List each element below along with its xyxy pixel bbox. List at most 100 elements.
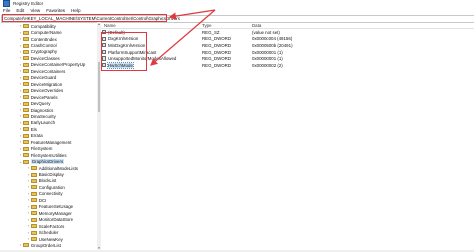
chevron-right-icon[interactable]: › xyxy=(27,166,30,170)
chevron-right-icon[interactable]: › xyxy=(27,185,30,189)
tree-item[interactable]: › ComputerName xyxy=(19,29,62,35)
chevron-right-icon[interactable]: › xyxy=(19,114,22,118)
tree-item[interactable]: ⌄ GraphicsDrivers xyxy=(19,158,65,165)
chevron-right-icon[interactable]: › xyxy=(19,69,22,73)
value-row[interactable]: UnsupportedMonitorModesAllowed REG_DWORD 0… xyxy=(101,55,474,62)
tree-item[interactable]: › Cryptography xyxy=(19,49,57,55)
tree-item[interactable]: › DeviceGuard xyxy=(19,75,56,81)
value-row[interactable]: HwSchMode REG_DWORD 0x00000002 (2) xyxy=(101,61,474,69)
chevron-right-icon[interactable]: › xyxy=(19,56,22,60)
value-type: REG_DWORD xyxy=(202,36,232,42)
tree-item-label: DevicePanels xyxy=(30,94,58,100)
folder-icon xyxy=(31,204,37,209)
tree-item[interactable]: › DeviceOverrides xyxy=(19,88,63,94)
tree-item[interactable]: › FeatureManagement xyxy=(19,139,71,145)
value-row[interactable]: (Default) REG_SZ (value not set) xyxy=(101,29,474,36)
tree-item[interactable]: › Diagnostics xyxy=(19,107,53,113)
menu-edit[interactable]: Edit xyxy=(16,8,24,13)
key-tree[interactable]: › Compatibility › ComputerName › ContentIndex… xyxy=(0,22,98,250)
chevron-right-icon[interactable]: › xyxy=(27,198,30,202)
value-data: 0x0000500b (20491) xyxy=(252,42,293,48)
menu-help[interactable]: Help xyxy=(71,8,80,13)
tree-item[interactable]: › BasicDisplay xyxy=(27,171,64,177)
tree-item[interactable]: › FileSystem xyxy=(19,146,52,152)
chevron-right-icon[interactable]: › xyxy=(19,147,22,151)
tree-item[interactable]: › DmaSecurity xyxy=(19,113,56,119)
chevron-right-icon[interactable]: › xyxy=(19,243,22,247)
tree-item[interactable]: › GroupOrderList xyxy=(19,242,61,248)
column-header-data[interactable]: Data xyxy=(252,23,261,28)
scrollbar-thumb[interactable] xyxy=(97,62,101,112)
chevron-right-icon[interactable]: › xyxy=(19,134,22,138)
tree-item-label: ComputerName xyxy=(30,30,62,36)
folder-icon xyxy=(23,69,29,74)
column-header-type[interactable]: Type xyxy=(202,23,212,28)
chevron-right-icon[interactable]: › xyxy=(19,140,22,144)
chevron-right-icon[interactable]: › xyxy=(19,37,22,41)
tree-item[interactable]: › DevicePanels xyxy=(19,94,58,100)
chevron-right-icon[interactable]: › xyxy=(19,102,22,106)
tree-item[interactable]: › Els xyxy=(19,126,37,132)
tree-item[interactable]: › FileSystemUtilities xyxy=(19,152,67,158)
tree-item[interactable]: › EarlyLaunch xyxy=(19,120,55,126)
chevron-right-icon[interactable]: › xyxy=(19,24,22,28)
chevron-right-icon[interactable]: › xyxy=(19,44,22,48)
chevron-right-icon[interactable]: › xyxy=(19,76,22,80)
chevron-right-icon[interactable]: › xyxy=(19,108,22,112)
tree-item[interactable]: › Scheduler xyxy=(27,229,58,235)
tree-item[interactable]: › AdditionalModeLists xyxy=(27,165,78,171)
chevron-right-icon[interactable]: › xyxy=(27,237,30,241)
tree-item[interactable]: › DeviceContainers xyxy=(19,68,65,74)
chevron-down-icon[interactable]: ⌄ xyxy=(19,160,22,164)
chevron-right-icon[interactable]: › xyxy=(27,192,30,196)
folder-icon xyxy=(31,198,37,203)
tree-item[interactable]: › BlockList xyxy=(27,178,56,184)
tree-item-label: DeviceContainerPropertyUp xyxy=(30,62,86,68)
tree-item[interactable]: › CrashControl xyxy=(19,42,57,48)
tree-item[interactable]: › ContentIndex xyxy=(19,36,57,42)
chevron-right-icon[interactable]: › xyxy=(27,231,30,235)
tree-item[interactable]: › Errata xyxy=(19,133,43,139)
menu-favorites[interactable]: Favorites xyxy=(46,8,65,13)
chevron-right-icon[interactable]: › xyxy=(19,95,22,99)
chevron-right-icon[interactable]: › xyxy=(27,173,30,177)
chevron-right-icon[interactable]: › xyxy=(27,224,30,228)
value-row[interactable]: MinDxgKrnlVersion REG_DWORD 0x0000500b (20… xyxy=(101,42,474,49)
tree-item[interactable]: › Configuration xyxy=(27,184,65,190)
tree-item[interactable]: › MonitorDataStore xyxy=(27,217,73,223)
chevron-right-icon[interactable]: › xyxy=(19,31,22,35)
menu-file[interactable]: File xyxy=(3,8,10,13)
folder-icon xyxy=(23,114,29,119)
registry-editor-window: Registry Editor File Edit View Favorites… xyxy=(0,0,474,252)
tree-item[interactable]: › DeviceMigration xyxy=(19,81,62,87)
chevron-right-icon[interactable]: › xyxy=(19,121,22,125)
chevron-right-icon[interactable]: › xyxy=(19,153,22,157)
tree-item-label: DeviceOverrides xyxy=(30,88,64,94)
tree-item[interactable]: › DevQuery xyxy=(19,100,50,106)
chevron-right-icon[interactable]: › xyxy=(19,63,22,67)
folder-icon xyxy=(23,30,29,35)
values-list[interactable]: Name Type Data (Default) REG_SZ (value not… xyxy=(101,22,474,250)
tree-item[interactable]: › Compatibility xyxy=(19,23,56,29)
value-row[interactable]: PlatformSupportMiracast REG_DWORD 0x000000… xyxy=(101,49,474,56)
tree-item[interactable]: › MemoryManager xyxy=(27,210,72,216)
tree-item[interactable]: › UseNewKey xyxy=(27,236,63,242)
tree-item[interactable]: › DeviceContainerPropertyUp xyxy=(19,62,85,68)
tree-item[interactable]: › DCI xyxy=(27,197,46,203)
value-row[interactable]: DxgKrnlVersion REG_DWORD 0x0000c004 (49156… xyxy=(101,36,474,43)
chevron-right-icon[interactable]: › xyxy=(19,50,22,54)
chevron-right-icon[interactable]: › xyxy=(19,82,22,86)
column-header-name[interactable]: Name xyxy=(104,23,116,28)
tree-item[interactable]: › Connectivity xyxy=(27,191,63,197)
tree-item-label: DeviceMigration xyxy=(30,81,63,87)
chevron-right-icon[interactable]: › xyxy=(27,211,30,215)
chevron-right-icon[interactable]: › xyxy=(27,218,30,222)
menu-view[interactable]: View xyxy=(30,8,40,13)
chevron-right-icon[interactable]: › xyxy=(19,89,22,93)
chevron-right-icon[interactable]: › xyxy=(27,179,30,183)
chevron-right-icon[interactable]: › xyxy=(27,205,30,209)
tree-item[interactable]: › FeatureSetUsage xyxy=(27,204,73,210)
chevron-right-icon[interactable]: › xyxy=(19,127,22,131)
tree-item[interactable]: › DeviceClasses xyxy=(19,55,60,61)
tree-item[interactable]: › ScaleFactors xyxy=(27,223,64,229)
